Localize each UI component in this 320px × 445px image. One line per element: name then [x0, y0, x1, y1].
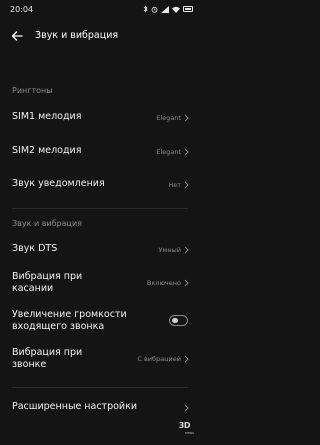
dts-sound-value: Умный — [158, 246, 181, 254]
section-divider — [12, 387, 188, 388]
watermark-logo-text: 3D — [178, 421, 191, 430]
bluetooth-icon — [143, 5, 148, 13]
watermark-sub-text: news — [184, 431, 194, 435]
touch-vibration-item[interactable]: Вибрация при касании Включено — [0, 270, 200, 296]
advanced-settings-item[interactable]: Расширенные настройки — [0, 400, 200, 416]
app-bar: Звук и вибрация — [0, 24, 200, 48]
chevron-right-icon — [184, 279, 189, 287]
battery-icon — [183, 6, 193, 12]
call-vibration-value: С вибрацией — [137, 355, 181, 363]
alarm-icon — [151, 6, 158, 13]
sim1-ringtone-value: Elegant — [156, 114, 181, 122]
chevron-right-icon — [184, 181, 189, 189]
dts-sound-item[interactable]: Звук DTS Умный — [0, 242, 200, 258]
signal-icon — [161, 5, 169, 13]
chevron-right-icon — [184, 148, 189, 156]
status-bar: 20:04 — [0, 0, 200, 20]
call-vibration-item[interactable]: Вибрация при звонке С вибрацией — [0, 346, 200, 372]
call-vibration-label-line2: звонке — [12, 359, 47, 370]
chevron-right-icon — [184, 114, 189, 122]
section-header-ringtones: Рингтоны — [12, 86, 53, 95]
notification-sound-item[interactable]: Звук уведомления Нет — [0, 177, 200, 193]
sim2-ringtone-item[interactable]: SIM2 мелодия Elegant — [0, 144, 200, 160]
call-vibration-label-line1: Вибрация при — [12, 347, 83, 358]
section-divider — [12, 208, 188, 209]
ringing-volume-label-line2: входящего звонка — [12, 321, 105, 332]
notification-sound-label: Звук уведомления — [12, 178, 105, 189]
page-title: Звук и вибрация — [35, 30, 119, 41]
toggle-knob — [172, 317, 178, 323]
ringing-volume-toggle[interactable] — [169, 315, 188, 326]
dts-sound-label: Звук DTS — [12, 243, 58, 254]
touch-vibration-label-line2: касании — [12, 283, 54, 294]
touch-vibration-value: Включено — [146, 279, 181, 287]
sim1-ringtone-label: SIM1 мелодия — [12, 111, 82, 122]
chevron-right-icon — [184, 355, 189, 363]
advanced-settings-label: Расширенные настройки — [12, 401, 138, 412]
notification-sound-value: Нет — [168, 181, 181, 189]
ringing-volume-increase-item[interactable]: Увеличение громкости входящего звонка — [0, 308, 200, 334]
sim2-ringtone-label: SIM2 мелодия — [12, 145, 82, 156]
section-header-sound-vibration: Звук и вибрация — [12, 219, 82, 228]
watermark-logo: 3D news — [172, 421, 194, 439]
ringing-volume-label-line1: Увеличение громкости — [12, 309, 127, 320]
sim2-ringtone-value: Elegant — [156, 148, 181, 156]
chevron-right-icon — [184, 246, 189, 254]
touch-vibration-label-line1: Вибрация при — [12, 271, 83, 282]
arrow-left-icon[interactable] — [10, 29, 24, 43]
sim1-ringtone-item[interactable]: SIM1 мелодия Elegant — [0, 110, 200, 126]
chevron-right-icon — [184, 404, 189, 412]
status-icons — [143, 5, 193, 13]
wifi-icon — [172, 6, 180, 13]
status-time: 20:04 — [10, 5, 34, 14]
